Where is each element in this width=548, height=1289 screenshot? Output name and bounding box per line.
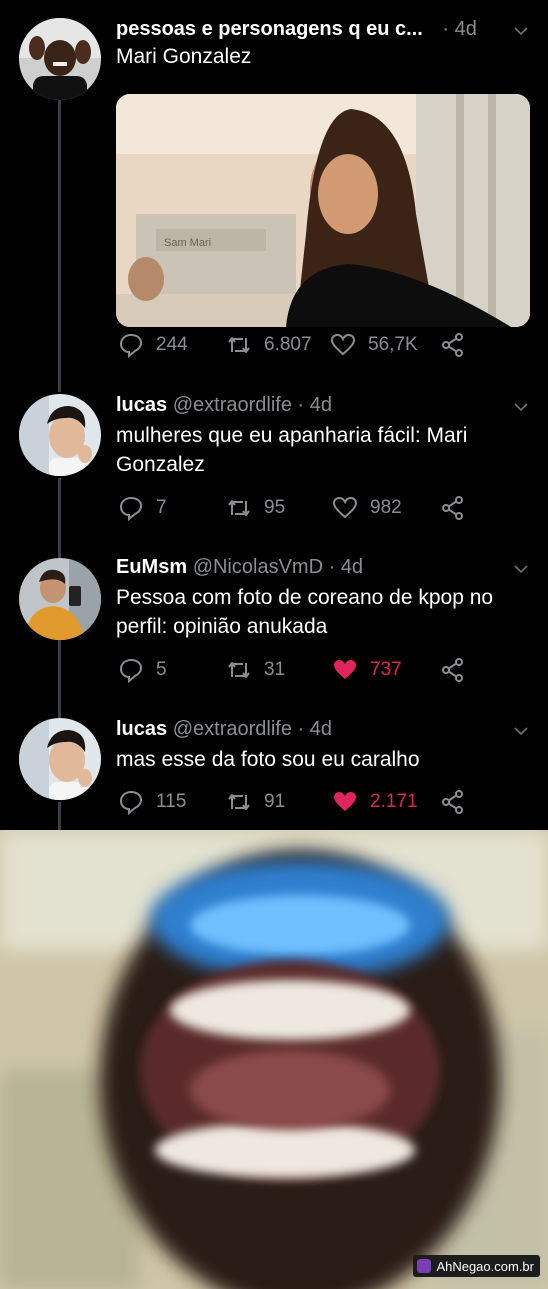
retweet-icon xyxy=(228,794,250,810)
tweet-actions: 5 31 737 xyxy=(116,655,536,685)
chevron-down-icon[interactable] xyxy=(514,24,528,38)
tweet-actions: 7 95 982 xyxy=(116,493,536,523)
separator: · xyxy=(328,556,336,578)
reply-button[interactable]: 244 xyxy=(118,330,188,360)
heart-icon xyxy=(334,660,356,679)
retweet-icon xyxy=(228,500,250,516)
reaction-image: AhNegao.com.br xyxy=(0,830,548,1289)
store-sign: Sam Mari xyxy=(164,237,211,249)
share-icon xyxy=(442,658,463,682)
timestamp[interactable]: 4d xyxy=(455,18,477,40)
share-button[interactable] xyxy=(440,493,466,523)
tweet-header: pessoas e personagens q eu c... · 4d xyxy=(116,16,528,42)
timestamp[interactable]: 4d xyxy=(341,556,363,578)
reply-count: 244 xyxy=(156,334,188,355)
retweet-button[interactable]: 6.807 xyxy=(226,330,312,360)
reply-icon xyxy=(119,790,143,815)
timestamp[interactable]: 4d xyxy=(310,394,332,416)
like-count: 2.171 xyxy=(370,791,418,812)
tweet-media[interactable]: Sam Mari xyxy=(116,94,530,327)
reply-icon xyxy=(119,658,143,683)
retweet-count: 95 xyxy=(264,497,286,518)
like-button[interactable]: 2.171 xyxy=(332,787,418,817)
watermark: AhNegao.com.br xyxy=(413,1255,540,1277)
tweet-header: EuMsm @NicolasVmD · 4d xyxy=(116,554,528,580)
separator: · xyxy=(297,718,305,740)
retweet-icon xyxy=(228,337,250,353)
like-count: 56,7K xyxy=(368,334,418,355)
retweet-count: 91 xyxy=(264,791,286,812)
share-button[interactable] xyxy=(440,787,466,817)
tweet[interactable]: EuMsm @NicolasVmD · 4d Pessoa com foto d… xyxy=(0,554,548,704)
share-icon xyxy=(442,790,463,814)
like-count: 737 xyxy=(370,659,402,680)
reply-count: 115 xyxy=(156,791,187,812)
tweet-actions: 244 6.807 56,7K xyxy=(116,330,536,360)
share-button[interactable] xyxy=(440,330,466,360)
chevron-down-icon[interactable] xyxy=(514,562,528,576)
author-name[interactable]: lucas xyxy=(116,718,167,740)
retweet-button[interactable]: 31 xyxy=(226,655,285,685)
tweet-text: mas esse da foto sou eu caralho xyxy=(116,748,420,771)
share-button[interactable] xyxy=(440,655,466,685)
reply-button[interactable]: 5 xyxy=(118,655,167,685)
reply-icon xyxy=(119,333,143,358)
like-count: 982 xyxy=(370,497,402,518)
retweet-count: 31 xyxy=(264,659,286,680)
watermark-text: AhNegao.com.br xyxy=(436,1258,534,1274)
tweet-header: lucas @extraordlife · 4d xyxy=(116,716,528,742)
chevron-down-icon[interactable] xyxy=(514,724,528,738)
tweet[interactable]: pessoas e personagens q eu c... · 4d Mar… xyxy=(0,14,548,364)
reply-button[interactable]: 7 xyxy=(118,493,167,523)
separator: · xyxy=(297,394,305,416)
author-name[interactable]: lucas xyxy=(116,394,167,416)
timestamp[interactable]: 4d xyxy=(310,718,332,740)
share-icon xyxy=(442,333,463,357)
heart-icon xyxy=(330,333,356,356)
chevron-down-icon[interactable] xyxy=(514,400,528,414)
reply-count: 7 xyxy=(156,497,167,518)
watermark-logo-icon xyxy=(417,1259,432,1273)
author-name[interactable]: EuMsm xyxy=(116,556,187,578)
author-handle[interactable]: @NicolasVmD xyxy=(193,556,323,578)
tweet-text: Mari Gonzalez xyxy=(116,45,252,68)
heart-icon xyxy=(332,496,358,519)
tweet-text: mulheres que eu apanharia fácil: Mari Go… xyxy=(116,424,468,476)
reply-icon xyxy=(119,496,143,521)
tweet[interactable]: lucas @extraordlife · 4d mulheres que eu… xyxy=(0,392,548,542)
avatar[interactable] xyxy=(19,18,101,100)
heart-icon xyxy=(334,792,356,811)
like-button[interactable]: 982 xyxy=(332,493,402,523)
like-button[interactable]: 56,7K xyxy=(330,330,418,360)
tweet[interactable]: lucas @extraordlife · 4d mas esse da fot… xyxy=(0,716,548,826)
avatar[interactable] xyxy=(19,718,101,800)
avatar[interactable] xyxy=(19,558,101,640)
thread: pessoas e personagens q eu c... · 4d Mar… xyxy=(0,0,548,830)
author-handle[interactable]: @extraordlife xyxy=(173,394,292,416)
like-button[interactable]: 737 xyxy=(332,655,402,685)
tweet-header: lucas @extraordlife · 4d xyxy=(116,392,528,418)
retweet-icon xyxy=(228,662,250,678)
share-icon xyxy=(442,496,463,520)
author-handle[interactable]: @extraordlife xyxy=(173,718,292,740)
reply-button[interactable]: 115 xyxy=(118,787,186,817)
tweet-actions: 115 91 2.171 xyxy=(116,787,536,817)
retweet-count: 6.807 xyxy=(264,334,312,355)
retweet-button[interactable]: 95 xyxy=(226,493,285,523)
author-name[interactable]: pessoas e personagens q eu c... xyxy=(116,18,423,40)
avatar[interactable] xyxy=(19,394,101,476)
reply-count: 5 xyxy=(156,659,167,680)
tweet-text: Pessoa com foto de coreano de kpop no pe… xyxy=(116,586,494,638)
separator: · xyxy=(442,18,450,40)
retweet-button[interactable]: 91 xyxy=(226,787,285,817)
